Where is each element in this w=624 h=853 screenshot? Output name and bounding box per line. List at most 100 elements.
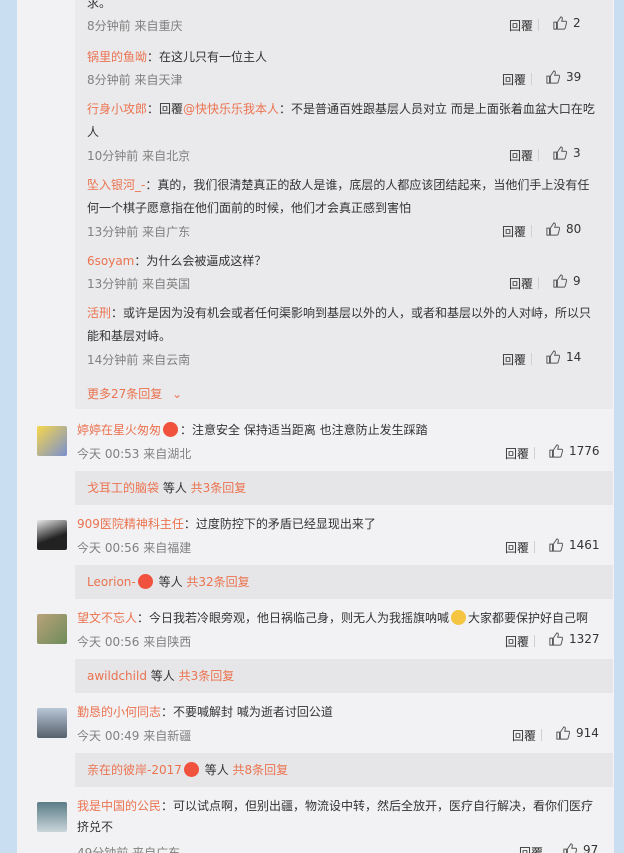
list-item: 求。 8分钟前 来自重庆 回覆 2 [75,0,613,40]
comment-meta: 今天 00:56 来自福建 [77,541,192,555]
thumbs-up-icon [553,146,567,160]
reply-button[interactable]: 回覆 [505,539,529,556]
reply-button[interactable]: 回覆 [509,147,533,164]
reply-button[interactable]: 回覆 [509,275,533,292]
comment-author[interactable]: 909医院精神科主任 [77,517,184,531]
reply-button[interactable]: 回覆 [502,71,526,88]
like-count: 14 [566,350,582,364]
mention-link[interactable]: @快快乐乐我本人 [183,102,279,116]
thumbs-up-icon [553,16,567,30]
like-count: 1461 [569,538,600,552]
avatar[interactable] [37,802,67,832]
sub-reply-text: ：为什么会被逼成这样？ [134,254,267,268]
badge-icon [137,574,153,589]
like-count: 914 [576,726,599,740]
like-button[interactable]: 39 [546,70,581,84]
sub-summary-author[interactable]: awildchild [87,669,147,683]
divider [534,447,535,459]
like-count: 3 [573,146,581,160]
sub-replies-summary[interactable]: 亲在的彼岸-2017 等人 共8条回复 [75,753,613,787]
like-button[interactable]: 80 [546,222,581,236]
sub-reply-author[interactable]: 锅里的鱼呦 [87,50,147,64]
sub-summary-author[interactable]: Leorion- [87,575,136,589]
reply-button[interactable]: 回覆 [509,17,533,34]
list-item: 坠入银河_-：真的，我们很清楚真正的敌人是谁，底层的人都应该团结起来，当他们手上… [75,169,613,243]
divider [538,277,539,289]
divider [538,149,539,161]
comment-author[interactable]: 我是中国的公民 [77,799,161,813]
sub-replies-summary[interactable]: Leorion- 等人 共32条回复 [75,565,613,599]
sub-reply-meta: 14分钟前 来自云南 [87,353,191,367]
comment-text: ：过度防控下的矛盾已经显现出来了 [183,517,376,531]
comment-text-cont: 大家都要保护好自己啊 [468,611,589,625]
comment-meta: 今天 00:49 来自新疆 [77,729,192,743]
like-button[interactable]: 97 [563,843,598,853]
sub-replies-summary[interactable]: 戈耳工的脑袋 等人 共3条回复 [75,471,613,505]
comment-meta: 今天 00:53 来自湖北 [77,447,192,461]
like-button[interactable]: 1327 [549,632,600,646]
reply-button[interactable]: 回覆 [512,727,536,744]
more-replies-link[interactable]: 更多27条回复 ⌄ [87,385,182,402]
avatar[interactable] [37,426,67,456]
sub-reply-meta: 13分钟前 来自广东 [87,225,191,239]
sub-reply-author[interactable]: 活刑 [87,306,111,320]
sub-summary-count[interactable]: 共8条回复 [233,763,289,777]
sub-summary-author[interactable]: 亲在的彼岸-2017 [87,763,182,777]
thumbs-up-icon [549,632,563,646]
sub-reply-text: ：真的，我们很清楚真正的敌人是谁，底层的人都应该团结起来，当他们手上没有任何一个… [87,178,590,215]
list-item: 活刑：或许是因为没有机会或者任何渠影响到基层以外的人，或者和基层以外的人对峙，所… [75,297,613,371]
comment-meta: 49分钟前 来自广东 [77,846,181,853]
sub-summary-count[interactable]: 共3条回复 [191,481,247,495]
thumbs-up-icon [549,538,563,552]
like-button[interactable]: 1776 [549,444,600,458]
sub-summary-count[interactable]: 共3条回复 [179,669,235,683]
like-button[interactable]: 14 [546,350,581,364]
avatar[interactable] [37,708,67,738]
sub-reply-author[interactable]: 6soyam [87,254,134,268]
divider [538,19,539,31]
like-count: 1776 [569,444,600,458]
like-count: 1327 [569,632,600,646]
like-count: 39 [566,70,582,84]
like-count: 2 [573,16,581,30]
like-button[interactable]: 914 [556,726,599,740]
sub-summary-suffix: 等人 [146,669,179,683]
sub-summary-suffix: 等人 [200,763,233,777]
sub-summary-count[interactable]: 共32条回复 [186,575,249,589]
reply-button[interactable]: 回覆 [502,351,526,368]
like-count: 80 [566,222,582,236]
badge-icon [183,762,199,777]
like-button[interactable]: 3 [553,146,581,160]
avatar[interactable] [37,614,67,644]
sub-reply-author[interactable]: 行身小攻郎 [87,102,147,116]
like-button[interactable]: 1461 [549,538,600,552]
comment-text: ：不要喊解封 喊为逝者讨回公道 [161,705,333,719]
comment-meta: 今天 00:56 来自陕西 [77,635,192,649]
sub-summary-suffix: 等人 [159,481,191,495]
reply-button[interactable]: 回覆 [505,445,529,462]
like-count: 97 [583,843,599,853]
sub-replies-summary[interactable]: awildchild 等人 共3条回复 [75,659,613,693]
thumbs-up-icon [553,274,567,288]
sub-reply-meta: 13分钟前 来自英国 [87,277,191,291]
comment-text: ：注意安全 保持适当距离 也注意防止发生踩踏 [180,423,428,437]
sub-reply-meta: 10分钟前 来自北京 [87,149,191,163]
avatar[interactable] [37,520,67,550]
like-button[interactable]: 9 [553,274,581,288]
like-button[interactable]: 2 [553,16,581,30]
comment-card: 求。 8分钟前 来自重庆 回覆 2 锅里的鱼呦：在这儿只有一位主人 8分钟前 来… [17,0,614,853]
thumbs-up-icon [549,444,563,458]
sub-reply-author[interactable]: 坠入银河_- [87,178,145,192]
reply-button[interactable]: 回覆 [505,633,529,650]
reply-button[interactable]: 回覆 [502,223,526,240]
divider [531,353,532,365]
comment-item: 我是中国的公民：可以试点啊，但别出疆，物流设中转，然后全放开，医疗自行解决，看你… [17,791,614,853]
divider [531,225,532,237]
sub-summary-author[interactable]: 戈耳工的脑袋 [87,481,159,495]
comment-author[interactable]: 婷婷在星火匆匆 [77,423,161,437]
divider [531,73,532,85]
comment-author[interactable]: 勤恳的小何同志 [77,705,161,719]
sub-summary-suffix: 等人 [154,575,187,589]
comment-author[interactable]: 望文不忘人 [77,611,137,625]
reply-button[interactable]: 回覆 [519,844,543,853]
